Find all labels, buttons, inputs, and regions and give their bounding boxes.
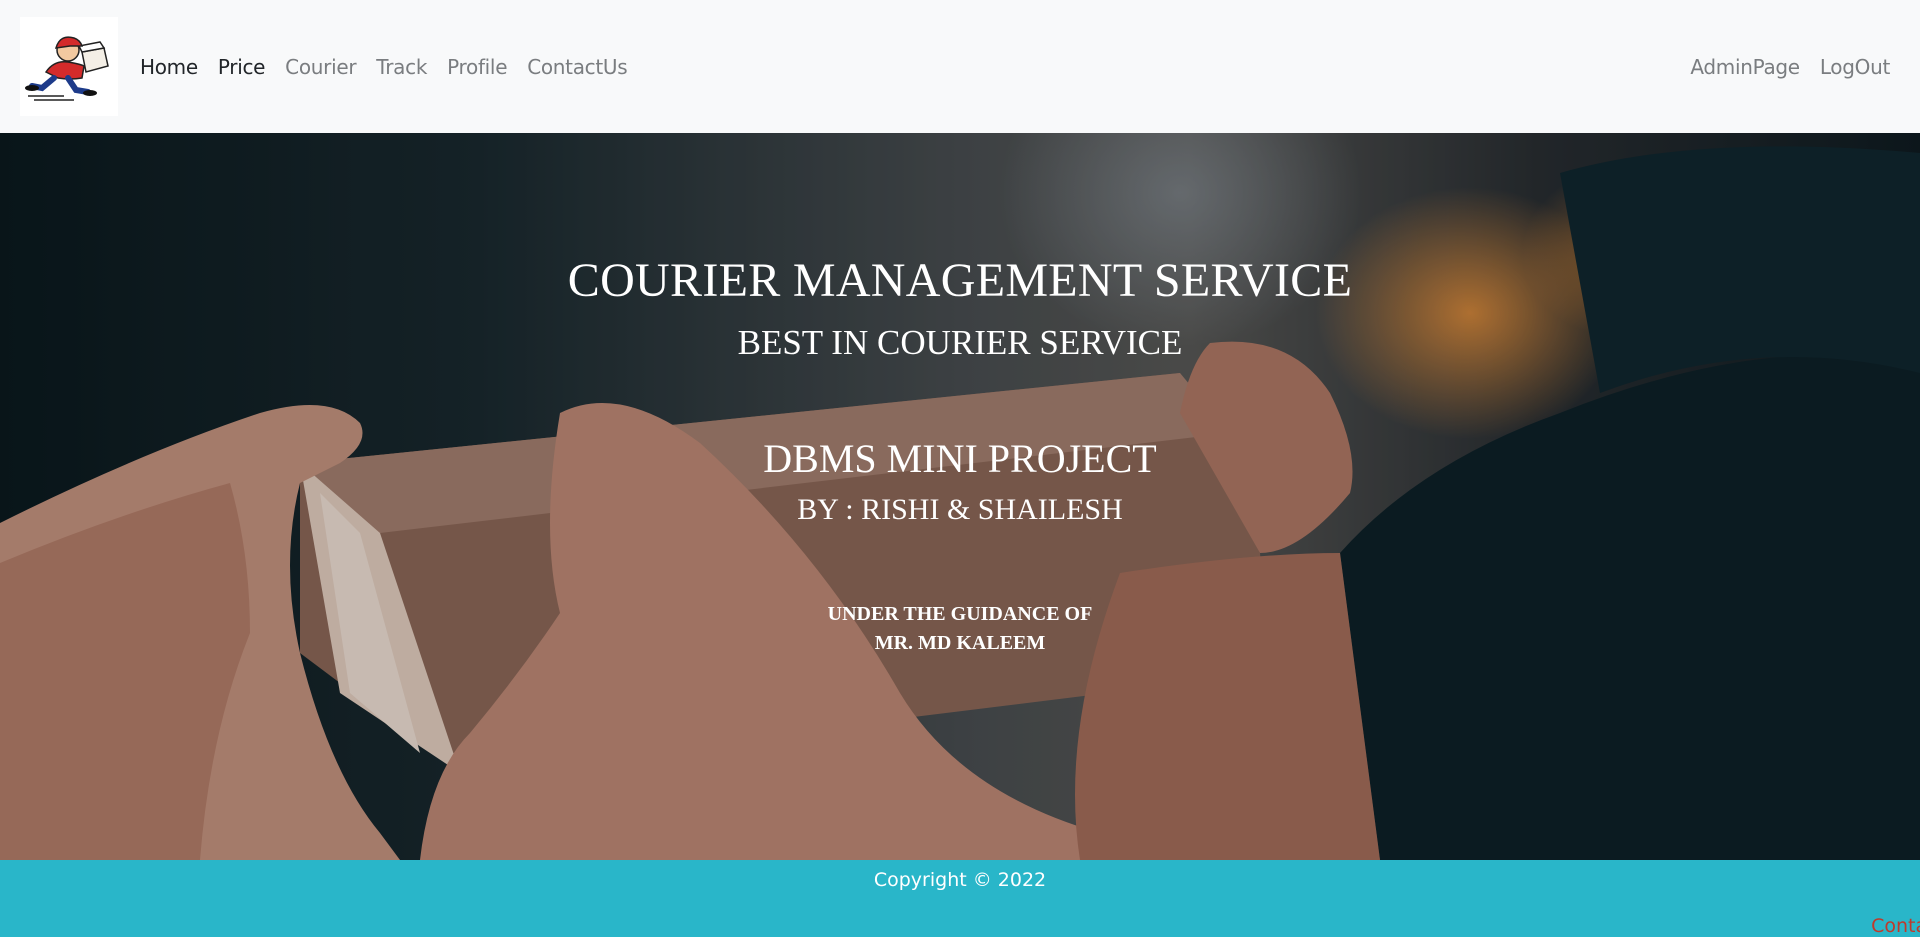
footer: Copyright © 2022 ContactUs [0,860,1920,937]
nav-price[interactable]: Price [208,55,275,79]
courier-logo[interactable] [20,17,118,116]
hero-banner: COURIER MANAGEMENT SERVICE BEST IN COURI… [0,133,1920,860]
hero-title: COURIER MANAGEMENT SERVICE [567,254,1353,307]
nav-contactus[interactable]: ContactUs [517,55,637,79]
nav-links-right: AdminPage LogOut [1680,55,1900,79]
hero-subtitle: BEST IN COURIER SERVICE [737,323,1183,362]
nav-links-left: Home Price Courier Track Profile Contact… [130,55,637,79]
hero-project: DBMS MINI PROJECT [763,436,1157,481]
nav-home[interactable]: Home [130,55,208,79]
navbar: Home Price Courier Track Profile Contact… [0,0,1920,133]
nav-logout[interactable]: LogOut [1810,55,1900,79]
hero-guidance-line1: UNDER THE GUIDANCE OF [827,603,1093,625]
courier-delivery-man-logo-icon [25,35,109,101]
nav-profile[interactable]: Profile [437,55,517,79]
nav-track[interactable]: Track [366,55,437,79]
nav-adminpage[interactable]: AdminPage [1680,55,1809,79]
nav-courier[interactable]: Courier [275,55,366,79]
hero-authors: BY : RISHI & SHAILESH [797,493,1123,526]
footer-copyright: Copyright © 2022 [873,869,1047,891]
hero-guidance-line2: MR. MD KALEEM [874,632,1046,654]
footer-contactus-link[interactable]: ContactUs [960,915,1920,937]
